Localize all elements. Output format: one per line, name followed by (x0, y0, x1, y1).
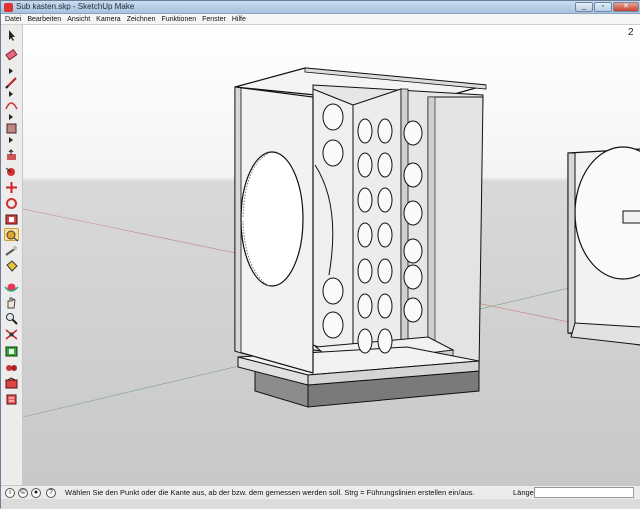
rectangle-tool-icon[interactable] (4, 122, 19, 135)
expand-arrow-icon[interactable] (9, 114, 13, 120)
menu-ansicht[interactable]: Ansicht (67, 14, 90, 24)
followme-tool-icon[interactable] (4, 165, 19, 178)
menu-kamera[interactable]: Kamera (96, 14, 121, 24)
status-bar: i © ● ? Wählen Sie den Punkt oder die Ka… (1, 485, 640, 499)
measurement-input[interactable] (534, 487, 634, 498)
subwoofer-box-model[interactable] (234, 67, 487, 408)
measurement-label: Länge (513, 488, 534, 497)
user-icon[interactable]: ● (31, 488, 41, 498)
status-hint-text: Wählen Sie den Punkt oder die Kante aus,… (65, 488, 475, 497)
menu-datei[interactable]: Datei (5, 14, 21, 24)
large-tool-set (1, 25, 23, 485)
zoom-extents-tool-icon[interactable] (4, 328, 19, 341)
menu-zeichnen[interactable]: Zeichnen (127, 14, 156, 24)
second-box-model[interactable] (567, 146, 640, 346)
paint-bucket-tool-icon[interactable] (4, 260, 19, 273)
menu-hilfe[interactable]: Hilfe (232, 14, 246, 24)
window-title: Sub kasten.skp - SketchUp Make (16, 2, 135, 11)
menu-bar: Datei Bearbeiten Ansicht Kamera Zeichnen… (1, 14, 640, 25)
geo-location-icon[interactable]: i (5, 488, 15, 498)
model-scene: 2 (23, 27, 640, 418)
select-tool-icon[interactable] (4, 29, 19, 42)
instructor-icon[interactable]: ? (46, 488, 56, 498)
scale-tool-icon[interactable] (4, 213, 19, 226)
menu-funktionen[interactable]: Funktionen (161, 14, 196, 24)
text-tool-icon[interactable] (4, 245, 19, 258)
arc-tool-icon[interactable] (4, 99, 19, 112)
viewport-corner-label: 2 (628, 27, 634, 38)
share-model-icon[interactable] (4, 377, 19, 390)
pan-tool-icon[interactable] (4, 296, 19, 309)
menu-fenster[interactable]: Fenster (202, 14, 226, 24)
zoom-tool-icon[interactable] (4, 312, 19, 325)
app-window: Sub kasten.skp - SketchUp Make _ ▫ ✕ Dat… (0, 0, 640, 509)
window-controls: _ ▫ ✕ (575, 2, 639, 12)
minimize-button[interactable]: _ (575, 2, 593, 12)
warehouse-icon[interactable] (4, 345, 19, 358)
credits-icon[interactable]: © (18, 488, 28, 498)
menu-bearbeiten[interactable]: Bearbeiten (27, 14, 61, 24)
pushpull-tool-icon[interactable] (4, 149, 19, 162)
close-button[interactable]: ✕ (613, 2, 639, 12)
title-bar[interactable]: Sub kasten.skp - SketchUp Make _ ▫ ✕ (1, 1, 640, 14)
orbit-tool-icon[interactable] (4, 281, 19, 294)
maximize-button[interactable]: ▫ (594, 2, 612, 12)
tape-measure-tool-icon[interactable] (4, 228, 19, 242)
3d-viewport[interactable]: 2 (23, 25, 640, 485)
layout-icon[interactable] (4, 393, 19, 406)
sketchup-app-icon (4, 3, 13, 12)
expand-arrow-icon[interactable] (9, 137, 13, 143)
eraser-tool-icon[interactable] (4, 49, 19, 62)
extension-icon[interactable] (4, 361, 19, 374)
rotate-tool-icon[interactable] (4, 197, 19, 210)
expand-arrow-icon[interactable] (9, 91, 13, 97)
pencil-line-tool-icon[interactable] (4, 76, 19, 89)
move-tool-icon[interactable] (4, 181, 19, 194)
expand-arrow-icon[interactable] (9, 68, 13, 74)
